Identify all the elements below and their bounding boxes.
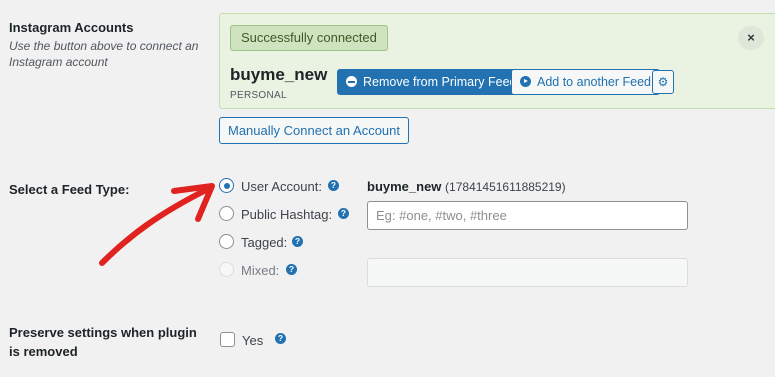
mixed-input bbox=[367, 258, 688, 287]
annotation-arrow-icon bbox=[99, 183, 215, 266]
option-public-hashtag-label: Public Hashtag: bbox=[241, 207, 333, 222]
help-icon[interactable]: ? bbox=[275, 333, 286, 344]
preserve-settings-checkbox[interactable] bbox=[220, 332, 235, 347]
account-username: buyme_new bbox=[230, 65, 328, 84]
account-settings-button[interactable]: ⚙ bbox=[652, 70, 674, 94]
hashtag-input[interactable] bbox=[367, 201, 688, 230]
radio-tagged[interactable] bbox=[219, 234, 234, 249]
account-type: PERSONAL bbox=[230, 90, 287, 101]
user-account-value: buyme_new (17841451611885219) bbox=[367, 179, 566, 194]
success-status-badge: Successfully connected bbox=[230, 25, 388, 51]
radio-public-hashtag[interactable] bbox=[219, 206, 234, 221]
preserve-settings-checkbox-label: Yes bbox=[242, 333, 264, 348]
help-icon[interactable]: ? bbox=[328, 180, 339, 191]
remove-button-label: Remove from Primary Feed bbox=[363, 75, 517, 89]
minus-circle-icon bbox=[346, 76, 357, 87]
add-to-another-feed-button[interactable]: Add to another Feed bbox=[511, 69, 660, 95]
radio-mixed bbox=[219, 262, 234, 277]
option-tagged-label: Tagged: bbox=[241, 235, 288, 250]
option-mixed-label: Mixed: bbox=[241, 263, 280, 278]
instagram-accounts-label: Instagram Accounts bbox=[9, 20, 134, 35]
close-icon[interactable]: × bbox=[738, 26, 764, 50]
gear-icon: ⚙ bbox=[657, 75, 669, 89]
manually-connect-account-button[interactable]: Manually Connect an Account bbox=[219, 117, 409, 144]
preserve-settings-label: Preserve settings when plugin is removed bbox=[9, 325, 197, 359]
help-icon[interactable]: ? bbox=[286, 264, 297, 275]
user-account-username: buyme_new bbox=[367, 179, 442, 194]
help-icon[interactable]: ? bbox=[292, 236, 303, 247]
remove-from-primary-feed-button[interactable]: Remove from Primary Feed bbox=[337, 69, 526, 95]
arrow-right-circle-icon bbox=[520, 76, 531, 87]
add-button-label: Add to another Feed bbox=[537, 75, 651, 89]
radio-user-account[interactable] bbox=[219, 178, 234, 193]
option-user-account-label: User Account: bbox=[241, 179, 322, 194]
user-account-id: (17841451611885219) bbox=[445, 180, 566, 194]
instagram-accounts-description: Use the button above to connect an Insta… bbox=[9, 39, 199, 69]
help-icon[interactable]: ? bbox=[338, 208, 349, 219]
